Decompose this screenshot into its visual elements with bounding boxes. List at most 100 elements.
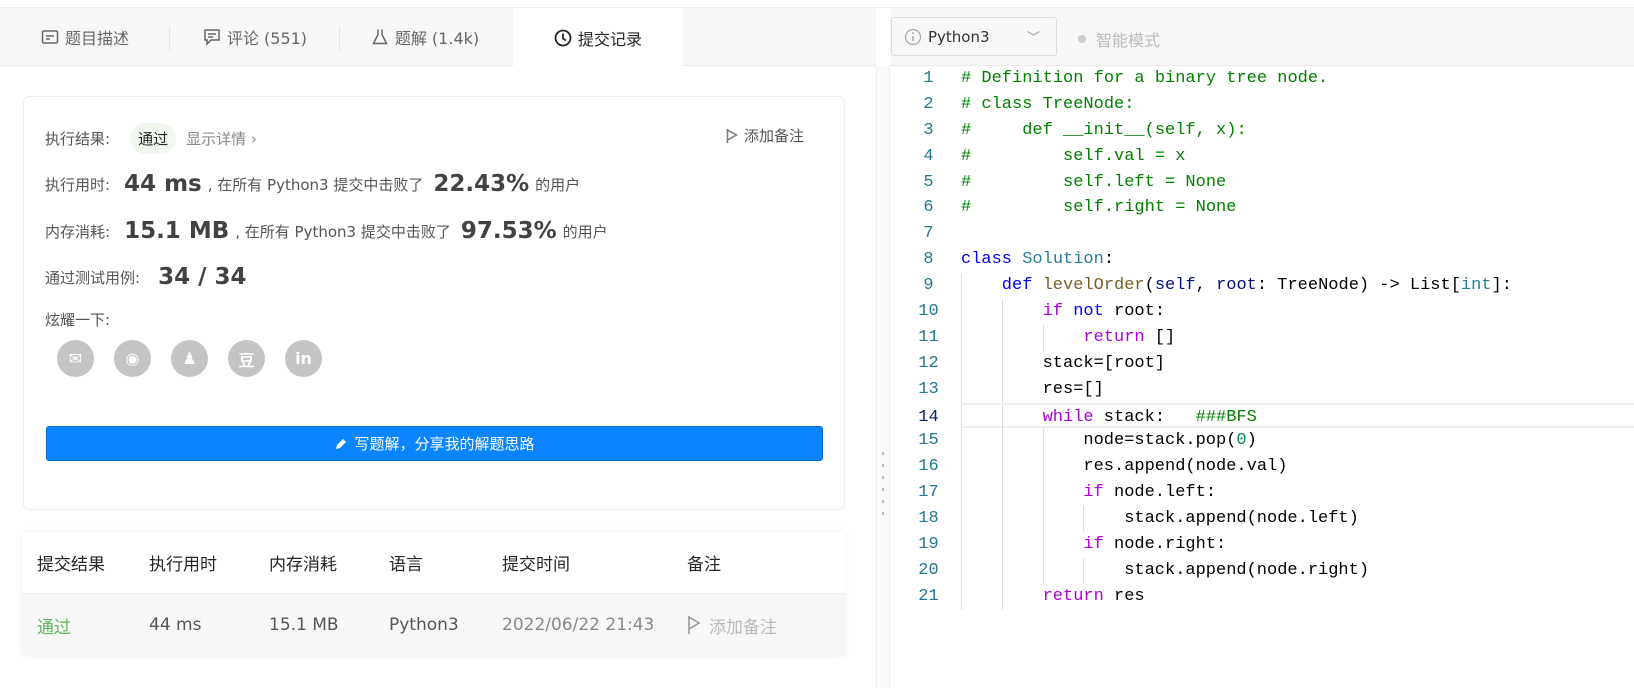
indent-guide xyxy=(961,350,1002,377)
indent-guide xyxy=(1042,532,1084,558)
code-token: class xyxy=(961,250,1013,270)
indent-guide xyxy=(961,324,1002,351)
indent-guide xyxy=(1042,506,1084,533)
memory-value: 15.1 MB xyxy=(124,218,230,244)
code-token: 0 xyxy=(1236,431,1247,451)
smart-mode-toggle[interactable]: 智能模式 xyxy=(1078,27,1160,51)
top-strip xyxy=(0,0,1634,8)
panel-resize-handle[interactable] xyxy=(876,66,890,688)
code-token: res=[] xyxy=(1042,379,1104,399)
linkedin-icon[interactable]: in xyxy=(285,340,322,377)
code-line[interactable]: 3 # def __init__(self, x): xyxy=(890,118,1634,144)
memory-percentile: 97.53% xyxy=(460,218,557,244)
code-token: if xyxy=(1083,483,1104,503)
indent-guide xyxy=(1001,404,1043,431)
tab-description[interactable]: 题目描述 xyxy=(0,8,170,66)
tab-submissions[interactable]: 提交记录 xyxy=(513,8,683,67)
code-line[interactable]: 5 # self.left = None xyxy=(890,170,1634,196)
description-icon xyxy=(41,30,59,44)
indent-guide xyxy=(961,299,1002,325)
code-line[interactable]: 16 res.append(node.val) xyxy=(890,454,1634,481)
line-number: 18 xyxy=(918,509,939,529)
tab-bar: 题目描述 评论 (551) 题解 (1.4k) 提交记录 xyxy=(0,8,876,67)
code-line[interactable]: 1 # Definition for a binary tree node. xyxy=(890,66,1634,92)
language-select[interactable]: Python3 ﹀ xyxy=(891,17,1057,56)
line-number: 11 xyxy=(918,327,939,347)
line-number: 9 xyxy=(923,276,934,296)
tab-solutions[interactable]: 题解 (1.4k) xyxy=(340,8,510,66)
code-token: : TreeNode) -> List[ xyxy=(1256,276,1461,296)
line-number: 19 xyxy=(918,535,939,555)
line-number: 1 xyxy=(923,69,934,88)
code-line[interactable]: 20 stack.append(node.right) xyxy=(890,557,1634,584)
show-details-link[interactable]: 显示详情 › xyxy=(186,128,257,149)
indent-guide xyxy=(1001,480,1043,507)
code-line[interactable]: 15 node=stack.pop(0) xyxy=(890,428,1634,455)
code-line[interactable]: 4 # self.val = x xyxy=(890,144,1634,170)
code-token: def xyxy=(1001,276,1033,296)
code-line[interactable]: 11 return [] xyxy=(890,324,1634,351)
row-note-label: 添加备注 xyxy=(709,617,777,638)
clock-icon xyxy=(554,29,572,46)
code-editor[interactable]: 1 # Definition for a binary tree node. 2 # … xyxy=(890,66,1634,610)
indent-guide xyxy=(1001,557,1043,584)
indent-guide xyxy=(1042,454,1084,481)
code-line[interactable]: 7 xyxy=(890,221,1634,247)
add-note-button[interactable]: 添加备注 xyxy=(726,125,804,146)
code-token: ###BFS xyxy=(1195,407,1257,427)
code-line[interactable]: 10 if not root: xyxy=(890,299,1634,325)
flag-icon xyxy=(726,128,738,143)
weibo-icon[interactable]: ◉ xyxy=(114,340,151,377)
indent-guide xyxy=(1001,350,1043,377)
code-line[interactable]: 9 def levelOrder(self, root: TreeNode) ->… xyxy=(890,273,1634,300)
line-number: 2 xyxy=(923,94,934,114)
row-time: 2022/06/22 21:43 xyxy=(502,615,655,635)
code-line[interactable]: 12 stack=[root] xyxy=(890,350,1634,377)
indent-guide xyxy=(961,583,1002,610)
users-text: 的用户 xyxy=(562,222,608,241)
indent-guide xyxy=(1001,454,1043,481)
code-line[interactable]: 21 return res xyxy=(890,583,1634,610)
table-row[interactable]: 通过 44 ms 15.1 MB Python3 2022/06/22 21:4… xyxy=(22,594,845,656)
code-line[interactable]: 19 if node.right: xyxy=(890,532,1634,558)
tab-label: 评论 (551) xyxy=(226,29,308,48)
header-runtime: 执行用时 xyxy=(149,555,217,575)
code-token: node.left: xyxy=(1103,483,1217,503)
tab-comments[interactable]: 评论 (551) xyxy=(170,8,340,66)
code-line[interactable]: 14 while stack: ###BFS xyxy=(918,402,1634,431)
header-language: 语言 xyxy=(389,555,423,575)
row-add-note[interactable]: 添加备注 xyxy=(687,613,845,638)
line-number: 17 xyxy=(918,483,939,503)
code-token: while xyxy=(1042,407,1094,427)
line-number: 5 xyxy=(923,172,934,192)
runtime-label: 执行用时: xyxy=(45,175,111,194)
runtime-text: , 在所有 Python3 提交中击败了 xyxy=(207,175,424,194)
indent-guide xyxy=(1083,506,1124,533)
status-dot-icon xyxy=(1078,35,1086,43)
flag-icon xyxy=(688,616,701,634)
code-token: stack.append(node.left) xyxy=(1124,509,1359,529)
wechat-icon[interactable]: ✉ xyxy=(57,340,94,377)
code-token: not xyxy=(1073,302,1104,322)
code-line[interactable]: 17 if node.left: xyxy=(890,480,1634,507)
code-token: stack: xyxy=(1093,407,1196,427)
indent-guide xyxy=(1001,376,1043,403)
flask-icon xyxy=(372,29,388,45)
add-note-label: 添加备注 xyxy=(743,127,804,145)
douban-icon[interactable]: 豆 xyxy=(228,340,265,377)
code-line[interactable]: 18 stack.append(node.left) xyxy=(890,506,1634,533)
code-token: : xyxy=(1103,250,1115,270)
code-line[interactable]: 2 # class TreeNode: xyxy=(890,92,1634,118)
status-badge: 通过 xyxy=(130,123,177,154)
code-token: res xyxy=(1103,586,1145,606)
code-line[interactable]: 8 class Solution: xyxy=(890,247,1634,273)
indent-guide xyxy=(961,404,1002,431)
row-status[interactable]: 通过 xyxy=(22,613,149,638)
code-line[interactable]: 6 # self.right = None xyxy=(890,195,1634,221)
write-solution-button[interactable]: 写题解，分享我的解题思路 xyxy=(46,426,823,461)
header-note: 备注 xyxy=(687,555,721,575)
line-number: 14 xyxy=(918,407,939,427)
qq-icon[interactable]: ♟ xyxy=(171,340,208,377)
code-line[interactable]: 13 res=[] xyxy=(890,376,1634,403)
